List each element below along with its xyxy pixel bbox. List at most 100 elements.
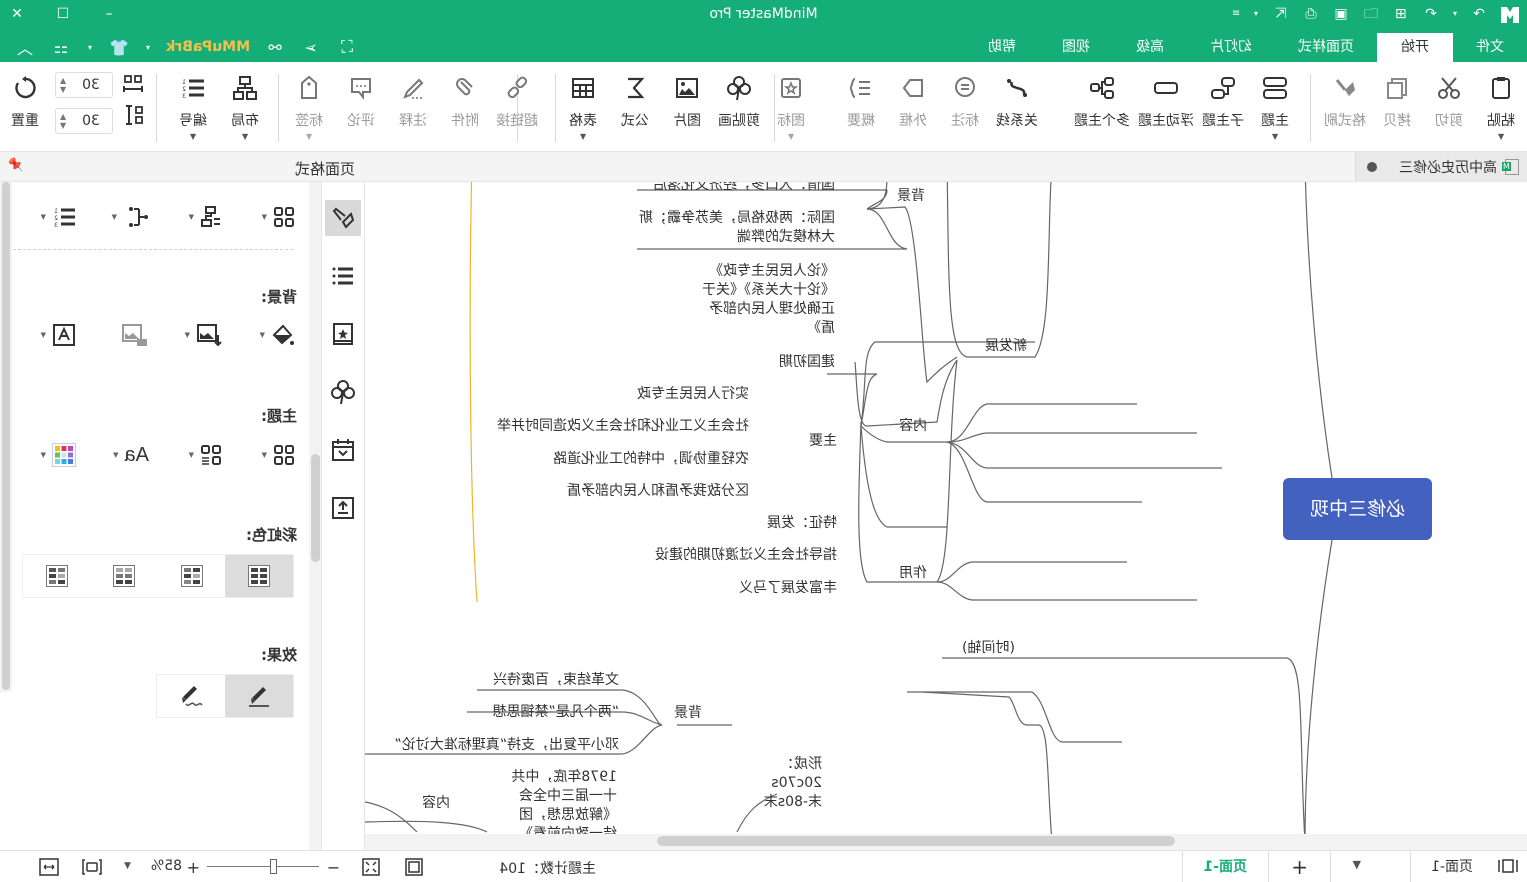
attachment-button[interactable]: 附件 [439,72,491,144]
table-dropdown-icon[interactable]: ▼ [580,132,586,141]
calendar-icon[interactable] [325,432,361,468]
topic-leaf[interactable]: 特征：发展 [767,514,837,533]
horizontal-scrollbar-thumb[interactable] [657,836,1175,846]
zoom-out-button[interactable]: − [327,858,340,877]
apps-dropdown-icon[interactable]: ▾ [86,43,94,52]
fullscreen-icon[interactable] [361,857,381,877]
picture-button[interactable]: 图片 [661,72,713,144]
copy-button[interactable]: 拷贝 [1371,72,1423,144]
color-scheme-option[interactable]: ▼ [7,443,80,467]
dropdown-caret-icon[interactable]: ▼ [41,451,46,459]
numbering-dropdown-icon[interactable]: ▼ [190,132,196,141]
hyperlink-button[interactable]: 超链接 [491,72,543,144]
topic-leaf[interactable]: 社会主义工业化和社会主义改造同时并举 [497,417,749,436]
spin-arrows-icon[interactable]: ▲ ▼ [56,112,70,130]
export-icon[interactable] [325,490,361,526]
topic-leaf[interactable]: 区分敌我矛盾和人民内部矛盾 [567,482,749,501]
format-painter-icon[interactable] [325,200,361,236]
theme-style-option[interactable]: ▼ [153,444,226,466]
dropdown-caret-icon[interactable]: ▼ [113,451,118,459]
numbering-option[interactable]: 1 2 3 ▼ [7,206,80,228]
scrollbar-thumb[interactable] [311,454,320,562]
rainbow-option-3[interactable] [91,555,159,597]
fill-color-option[interactable]: ▼ [226,323,299,347]
topic-leaf[interactable]: 指导社会主义过渡初期的建设 [655,546,837,565]
page-list-icon[interactable] [1497,857,1519,875]
zoom-level[interactable]: 85% [151,858,182,874]
topic-leaf[interactable]: 建国初期 [779,353,835,372]
rainbow-option-2[interactable] [158,555,226,597]
comment-button[interactable]: 评论 [335,72,387,144]
page-tab-1[interactable]: 页面-1 [1182,851,1267,882]
dropdown-caret-icon[interactable]: ▼ [189,451,194,459]
zoom-dropdown-icon[interactable]: ▼ [124,861,131,871]
unsaved-indicator-icon[interactable] [1367,162,1377,172]
font-option[interactable]: Aa ▼ [80,444,153,467]
send-icon[interactable]: ➢ [300,38,322,57]
vertical-spacing-input[interactable]: 30 ▲ ▼ [55,108,113,134]
topic-leaf[interactable]: 国情：人口多，经济文化落后 [653,182,835,195]
topic-leaf[interactable]: 国际：两极格局，美苏争霸；斯大林模式的弊端 [635,209,835,247]
tab-advanced[interactable]: 高级 [1113,33,1187,62]
tab-home[interactable]: 开始 [1377,33,1453,62]
topic-main[interactable]: 主要 [809,432,837,451]
scrollbar-thumb[interactable] [2,182,10,690]
tag-button[interactable]: 标签 ▼ [283,72,335,144]
topic-leaf[interactable]: “两个凡是”禁锢思想 [492,703,619,722]
tab-slides[interactable]: 幻灯片 [1187,33,1275,62]
note-button[interactable]: 注释 [387,72,439,144]
add-page-button[interactable]: + [1268,851,1331,882]
formula-button[interactable]: 公式 [609,72,661,144]
topic-leaf[interactable]: 丰富发展了马义 [739,579,837,598]
dropdown-caret-icon[interactable]: ▼ [112,213,117,221]
subtopic-button[interactable]: 子主题 [1197,72,1249,144]
clipart-icon[interactable] [325,374,361,410]
dropdown-caret-icon[interactable]: ▼ [41,213,46,221]
theme-option[interactable]: ▼ [226,444,299,466]
fullscreen-icon[interactable]: ⛶ [336,37,358,57]
icon-library-icon[interactable] [325,316,361,352]
fit-page-icon[interactable] [404,857,424,877]
canvas-vertical-scrollbar[interactable] [309,182,321,850]
layout-option[interactable]: ▼ [153,206,226,228]
topic-leaf[interactable]: 《论人民民主专政》《论十大关系》《关于正确处理人民内部矛盾》 [695,262,835,338]
table-button[interactable]: 表格 ▼ [557,72,609,144]
document-tab[interactable]: 高中历史必修三 [1355,152,1527,182]
maximize-button[interactable]: ☐ [52,3,74,25]
panel-scrollbar[interactable] [0,182,12,692]
clipart-button[interactable]: 剪贴画 [713,72,765,144]
apps-icon[interactable]: ⚏ [50,38,72,57]
icon-dropdown-icon[interactable]: ▼ [788,132,794,141]
background-image-option[interactable]: ▼ [153,323,226,347]
topic-content2[interactable]: 内容 [422,794,450,813]
dropdown-caret-icon[interactable]: ▼ [185,331,190,339]
spin-arrows-icon[interactable]: ▲ ▼ [56,76,70,94]
remove-background-option[interactable] [80,323,153,347]
icon-button[interactable]: 图标 ▼ [765,72,817,144]
topic-bg[interactable]: 背景 [897,187,925,206]
minimize-button[interactable]: – [98,3,120,25]
pin-panel-icon[interactable]: 📌 [8,158,24,173]
skin-icon[interactable]: 👕 [108,38,130,57]
topic-formation[interactable]: 形成：20c70s末-80s末 [762,755,822,812]
cut-button[interactable]: 剪切 [1423,72,1475,144]
user-dropdown-icon[interactable]: ▾ [144,43,152,52]
relationship-button[interactable]: 关系线 [991,72,1043,144]
callout-button[interactable]: 标注 [939,72,991,144]
layout-button[interactable]: 布局 ▼ [219,72,271,144]
paste-button[interactable]: 粘贴 ▼ [1475,72,1527,144]
dropdown-caret-icon[interactable]: ▼ [41,331,46,339]
fit-width-icon[interactable] [38,857,60,877]
effect-normal-option[interactable] [225,675,293,717]
tab-help[interactable]: 帮助 [965,33,1039,62]
outline-icon[interactable] [325,258,361,294]
topic-leaf[interactable]: 1978年底，中共十一届三中全会《解放思想，团结一致向前看》 [507,768,617,838]
fit-to-screen-icon[interactable] [81,857,103,877]
dropdown-caret-icon[interactable]: ▼ [262,451,267,459]
zoom-slider-thumb[interactable] [270,859,278,874]
branch1-topic[interactable]: 新发展 [985,337,1027,356]
close-button[interactable]: ✕ [6,3,28,25]
collapse-ribbon-icon[interactable]: ︿ [14,35,36,59]
zoom-slider-track[interactable] [207,866,319,867]
zoom-in-button[interactable]: + [187,858,200,877]
